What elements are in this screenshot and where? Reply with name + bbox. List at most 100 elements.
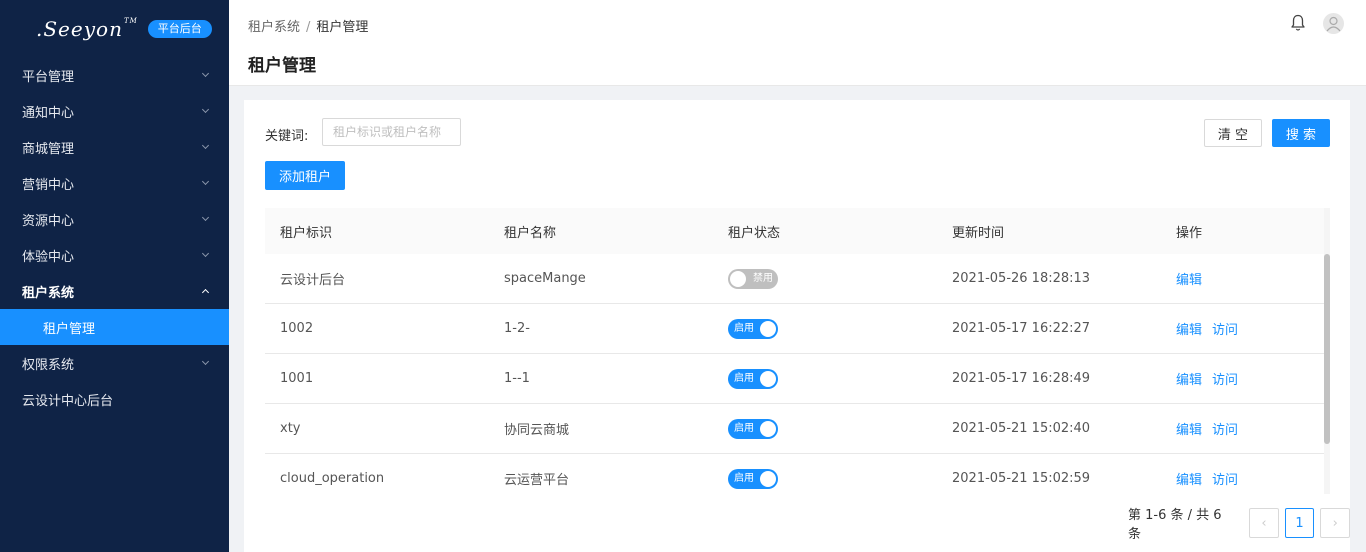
column-header-id: 租户标识	[280, 225, 333, 241]
add-tenant-button[interactable]: 添加租户	[265, 161, 345, 190]
cell-actions: 编辑 访问	[1161, 369, 1321, 388]
sidebar-item-8[interactable]: 云设计中心后台	[0, 381, 229, 417]
toggle-knob	[760, 470, 776, 487]
table-body: 云设计后台 spaceMange 禁用 2021-05-26 18:28:13 编辑 10…	[265, 254, 1330, 494]
pagination-summary: 第 1-6 条 / 共 6 条	[1128, 508, 1222, 542]
sidebar-item-label: 云设计中心后台	[22, 393, 114, 409]
scrollbar-thumb[interactable]	[1324, 254, 1330, 444]
cell-tenant-id: cloud_operation	[280, 471, 385, 486]
status-toggle[interactable]: 启用	[728, 368, 778, 389]
header: 租户系统 / 租户管理 租户管理	[229, 0, 1366, 86]
table-row: 1001 1--1 启用 2021-05-17 16:28:49 编辑 访问	[265, 354, 1330, 404]
cell-tenant-name: spaceMange	[504, 271, 586, 286]
cell-tenant-name: 协同云商城	[504, 423, 570, 438]
chevron-down-icon	[201, 214, 211, 224]
breadcrumb-item-tenant-management: 租户管理	[316, 20, 369, 35]
edit-link[interactable]: 编辑	[1176, 373, 1202, 388]
main-card: 关键词: 清 空 搜 索 添加租户 租户标识 租户名称 租户状态 更新时间 操作…	[244, 100, 1350, 552]
chevron-down-icon	[201, 142, 211, 152]
sidebar-item-label: 营销中心	[22, 177, 75, 193]
cell-tenant-id: xty	[280, 421, 301, 436]
breadcrumb-item-tenant-system[interactable]: 租户系统	[248, 20, 300, 35]
sidebar-item-2[interactable]: 商城管理	[0, 129, 229, 165]
user-avatar-icon[interactable]	[1323, 13, 1344, 34]
status-toggle-label: 禁用	[753, 272, 773, 284]
chevron-down-icon	[201, 178, 211, 188]
sidebar-item-0[interactable]: 平台管理	[0, 57, 229, 93]
sidebar-item-label: 通知中心	[22, 105, 75, 121]
visit-link[interactable]: 访问	[1212, 373, 1238, 388]
column-header-name: 租户名称	[504, 225, 557, 241]
visit-link[interactable]: 访问	[1212, 423, 1238, 438]
sidebar-item-1[interactable]: 通知中心	[0, 93, 229, 129]
status-toggle-label: 启用	[734, 322, 754, 334]
cell-status: 启用	[713, 368, 937, 389]
cell-updated-time: 2021-05-21 15:02:40	[952, 421, 1091, 436]
chevron-down-icon	[201, 358, 211, 368]
logo-bar: .SeeyonTM 平台后台	[0, 0, 229, 57]
sidebar-item-label: 平台管理	[22, 69, 75, 85]
status-toggle-label: 启用	[734, 372, 754, 384]
platform-badge: 平台后台	[147, 19, 212, 38]
chevron-down-icon	[201, 106, 211, 116]
keyword-input[interactable]	[322, 118, 461, 146]
cell-tenant-id: 云设计后台	[280, 273, 346, 288]
chevron-right-icon: ›	[1332, 515, 1338, 531]
table-row: 1002 1-2- 启用 2021-05-17 16:22:27 编辑 访问	[265, 304, 1330, 354]
chevron-down-icon	[201, 250, 211, 260]
table-row: cloud_operation 云运营平台 启用 2021-05-21 15:02:5…	[265, 454, 1330, 494]
cell-status: 禁用	[713, 268, 937, 289]
column-header-status: 租户状态	[728, 225, 781, 241]
seeyon-logo: .SeeyonTM	[36, 16, 138, 41]
visit-link[interactable]: 访问	[1212, 323, 1238, 338]
bell-icon[interactable]	[1290, 14, 1306, 32]
sidebar-item-label: 商城管理	[22, 141, 75, 157]
toggle-knob	[760, 370, 776, 387]
sidebar-menu: 平台管理通知中心商城管理营销中心资源中心体验中心租户系统 租户管理 权限系统云设计中…	[0, 57, 229, 417]
edit-link[interactable]: 编辑	[1176, 273, 1202, 288]
chevron-up-icon	[201, 286, 211, 296]
table-row: 云设计后台 spaceMange 禁用 2021-05-26 18:28:13 编辑	[265, 254, 1330, 304]
chevron-down-icon	[201, 70, 211, 80]
table-scrollbar[interactable]	[1324, 208, 1330, 494]
sidebar-item-label: 体验中心	[22, 249, 75, 265]
cell-tenant-name: 1--1	[504, 371, 530, 386]
sidebar-item-4[interactable]: 资源中心	[0, 201, 229, 237]
edit-link[interactable]: 编辑	[1176, 473, 1202, 488]
column-header-actions: 操作	[1176, 225, 1203, 241]
status-toggle[interactable]: 启用	[728, 468, 778, 489]
clear-button[interactable]: 清 空	[1204, 119, 1262, 147]
cell-status: 启用	[713, 418, 937, 439]
status-toggle[interactable]: 禁用	[728, 268, 778, 289]
page-button-1[interactable]: 1	[1284, 508, 1315, 538]
visit-link[interactable]: 访问	[1212, 473, 1238, 488]
table-header: 租户标识 租户名称 租户状态 更新时间 操作	[265, 208, 1330, 254]
toggle-knob	[760, 320, 776, 337]
sidebar-item-3[interactable]: 营销中心	[0, 165, 229, 201]
sidebar-item-6[interactable]: 租户系统	[0, 273, 229, 309]
sidebar-subitem-0[interactable]: 租户管理	[0, 309, 229, 345]
tenant-table: 租户标识 租户名称 租户状态 更新时间 操作 云设计后台 spaceMange 禁用…	[265, 208, 1330, 494]
breadcrumb: 租户系统 / 租户管理	[248, 16, 368, 35]
sidebar-item-5[interactable]: 体验中心	[0, 237, 229, 273]
cell-actions: 编辑	[1161, 269, 1321, 288]
cell-actions: 编辑 访问	[1161, 419, 1321, 438]
cell-updated-time: 2021-05-17 16:28:49	[952, 371, 1091, 386]
search-button[interactable]: 搜 索	[1272, 119, 1330, 147]
column-header-updated: 更新时间	[952, 225, 1005, 241]
cell-tenant-id: 1002	[280, 321, 314, 336]
breadcrumb-separator: /	[306, 20, 311, 35]
prev-page-button[interactable]: ‹	[1249, 508, 1279, 538]
status-toggle[interactable]: 启用	[728, 418, 778, 439]
status-toggle[interactable]: 启用	[728, 318, 778, 339]
next-page-button[interactable]: ›	[1320, 508, 1350, 538]
status-toggle-label: 启用	[734, 472, 754, 484]
sidebar-item-7[interactable]: 权限系统	[0, 345, 229, 381]
edit-link[interactable]: 编辑	[1176, 323, 1202, 338]
cell-updated-time: 2021-05-21 15:02:59	[952, 471, 1091, 486]
cell-actions: 编辑 访问	[1161, 319, 1321, 338]
edit-link[interactable]: 编辑	[1176, 423, 1202, 438]
keyword-label: 关键词:	[265, 129, 309, 144]
sidebar: .SeeyonTM 平台后台 平台管理通知中心商城管理营销中心资源中心体验中心租…	[0, 0, 229, 552]
cell-status: 启用	[713, 468, 937, 489]
